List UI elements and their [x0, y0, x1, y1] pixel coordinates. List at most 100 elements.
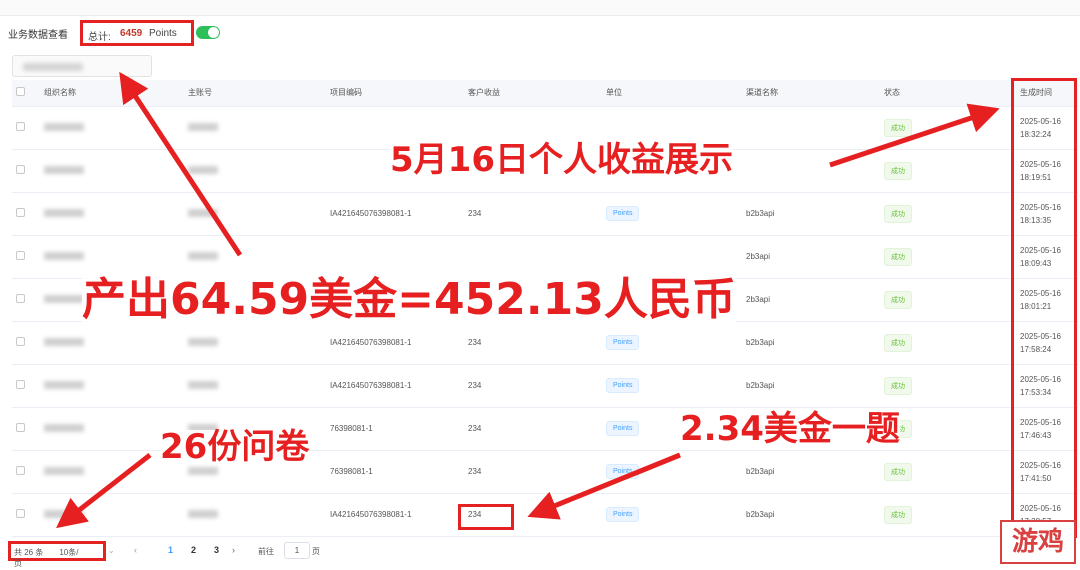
- pagination-total-box: 共 26 条 10条/页: [8, 541, 106, 568]
- goto-suffix: 页: [312, 547, 320, 556]
- row-select-cell: [12, 321, 40, 365]
- status-tag: 成功: [884, 247, 912, 266]
- col-channel: 渠道名称: [742, 80, 880, 107]
- unit-cell: Points: [602, 192, 742, 236]
- status-tag: 成功: [884, 333, 912, 352]
- unit-tag: Points: [606, 507, 640, 522]
- status-cell: 成功: [880, 278, 1016, 322]
- row-select-cell: [12, 493, 40, 537]
- status-tag: 成功: [884, 376, 912, 395]
- account-cell: [184, 493, 326, 537]
- row-checkbox[interactable]: [16, 294, 25, 303]
- blurred-org-name: [44, 509, 84, 518]
- goto-page-input[interactable]: 1: [284, 542, 310, 559]
- code-cell: 76398081-1: [326, 450, 464, 494]
- channel-cell: b2b3api: [742, 192, 880, 236]
- status-cell: 成功: [880, 493, 1016, 537]
- org-cell: [40, 321, 184, 365]
- blurred-org-name: [44, 423, 84, 432]
- account-cell: [184, 364, 326, 408]
- total-count: 共 26 条: [14, 548, 44, 557]
- next-page-icon[interactable]: ›: [232, 545, 235, 555]
- row-select-cell: [12, 106, 40, 150]
- blurred-account: [188, 509, 218, 518]
- row-checkbox[interactable]: [16, 122, 25, 131]
- page-3[interactable]: 3: [214, 545, 219, 555]
- row-checkbox[interactable]: [16, 165, 25, 174]
- row-checkbox[interactable]: [16, 380, 25, 389]
- revenue-cell: [464, 235, 602, 279]
- status-cell: 成功: [880, 192, 1016, 236]
- channel-cell: 2b3api: [742, 278, 880, 322]
- blurred-account: [188, 380, 218, 389]
- blurred-org-name: [44, 337, 84, 346]
- revenue-cell: 234: [464, 364, 602, 408]
- row-checkbox[interactable]: [16, 466, 25, 475]
- channel-cell: [742, 149, 880, 193]
- org-cell: [40, 192, 184, 236]
- table-row: 2b3api 成功 2025-05-16 18:09:43: [12, 235, 1078, 279]
- status-cell: 成功: [880, 235, 1016, 279]
- blurred-org-name: [44, 466, 84, 475]
- org-cell: [40, 235, 184, 279]
- unit-cell: [602, 235, 742, 279]
- code-cell: IA421645076398081-1: [326, 192, 464, 236]
- unit-cell: Points: [602, 493, 742, 537]
- page-title: 业务数据查看: [8, 30, 68, 41]
- unit-tag: Points: [606, 335, 640, 350]
- total-points-box: 总计: 6459 Points: [80, 20, 194, 46]
- table-row: IA421645076398081-1 234 Points b2b3api 成功 202…: [12, 192, 1078, 236]
- toggle-switch[interactable]: [196, 26, 220, 39]
- col-code: 项目编码: [326, 80, 464, 107]
- page-size-chevron-icon[interactable]: ⌄: [108, 546, 115, 555]
- table-row: IA421645076398081-1 234 Points b2b3api 成功 202…: [12, 493, 1078, 537]
- filter-dropdown[interactable]: [12, 55, 152, 77]
- row-checkbox[interactable]: [16, 208, 25, 217]
- table-row: IA421645076398081-1 234 Points b2b3api 成功 202…: [12, 364, 1078, 408]
- unit-tag: Points: [606, 206, 640, 221]
- page-header: 业务数据查看 总计: 6459 Points: [0, 20, 1080, 46]
- row-select-cell: [12, 407, 40, 451]
- status-cell: 成功: [880, 364, 1016, 408]
- col-org: 组织名称: [40, 80, 184, 107]
- time-column-highlight: [1011, 78, 1077, 538]
- row-select-cell: [12, 278, 40, 322]
- unit-cell: Points: [602, 364, 742, 408]
- channel-cell: b2b3api: [742, 493, 880, 537]
- annotation-output: 产出64.59美金=452.13人民币: [82, 274, 736, 325]
- status-tag: 成功: [884, 118, 912, 137]
- code-cell: IA421645076398081-1: [326, 493, 464, 537]
- col-account: 主账号: [184, 80, 326, 107]
- unit-tag: Points: [606, 421, 640, 436]
- channel-cell: b2b3api: [742, 364, 880, 408]
- channel-cell: 2b3api: [742, 235, 880, 279]
- row-checkbox[interactable]: [16, 251, 25, 260]
- pagination: 共 26 条 10条/页 ⌄ ‹ 1 2 3 › 前往 1 页: [8, 541, 348, 568]
- revenue-cell: 234: [464, 321, 602, 365]
- prev-page-icon[interactable]: ‹: [134, 545, 137, 555]
- channel-cell: b2b3api: [742, 450, 880, 494]
- total-unit: Points: [149, 28, 177, 39]
- row-checkbox[interactable]: [16, 337, 25, 346]
- revenue-cell: 234: [464, 192, 602, 236]
- select-all-checkbox[interactable]: [16, 87, 25, 97]
- select-all-cell: [12, 80, 40, 107]
- page-1[interactable]: 1: [168, 545, 173, 555]
- org-cell: [40, 493, 184, 537]
- blurred-account: [188, 337, 218, 346]
- account-cell: [184, 149, 326, 193]
- blurred-org-name: [44, 294, 84, 303]
- row-checkbox[interactable]: [16, 509, 25, 518]
- col-unit: 单位: [602, 80, 742, 107]
- org-cell: [40, 106, 184, 150]
- blurred-org-name: [44, 165, 84, 174]
- status-tag: 成功: [884, 290, 912, 309]
- row-checkbox[interactable]: [16, 423, 25, 432]
- status-tag: 成功: [884, 505, 912, 524]
- code-cell: [326, 235, 464, 279]
- page-2[interactable]: 2: [191, 545, 196, 555]
- blurred-filter-value: [23, 63, 83, 71]
- unit-tag: Points: [606, 464, 640, 479]
- status-tag: 成功: [884, 462, 912, 481]
- row-select-cell: [12, 450, 40, 494]
